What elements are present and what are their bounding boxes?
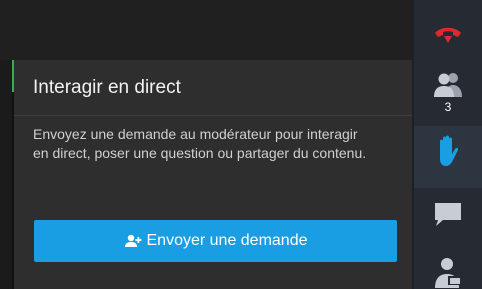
raise-hand-button[interactable] — [414, 135, 482, 167]
participants-button[interactable]: 3 — [414, 72, 482, 114]
video-area-top — [0, 0, 412, 60]
interact-panel: Interagir en direct Envoyez une demande … — [14, 60, 412, 289]
share-user-button[interactable] — [414, 258, 482, 289]
add-user-icon — [124, 234, 141, 247]
panel-description: Envoyez une demande au modérateur pour i… — [33, 126, 367, 161]
send-request-label: Envoyer une demande — [146, 232, 308, 249]
chat-button[interactable] — [414, 201, 482, 227]
share-user-icon — [435, 258, 460, 288]
left-edge — [0, 60, 12, 289]
raise-hand-icon — [440, 135, 459, 166]
send-request-button[interactable]: Envoyer une demande — [34, 220, 397, 262]
panel-title: Interagir en direct — [33, 76, 181, 98]
participants-count: 3 — [444, 100, 452, 114]
panel-header: Interagir en direct — [14, 60, 412, 116]
participants-icon — [434, 73, 462, 97]
hangup-icon — [435, 27, 461, 43]
hangup-button[interactable] — [414, 24, 482, 46]
chat-icon — [435, 203, 461, 226]
